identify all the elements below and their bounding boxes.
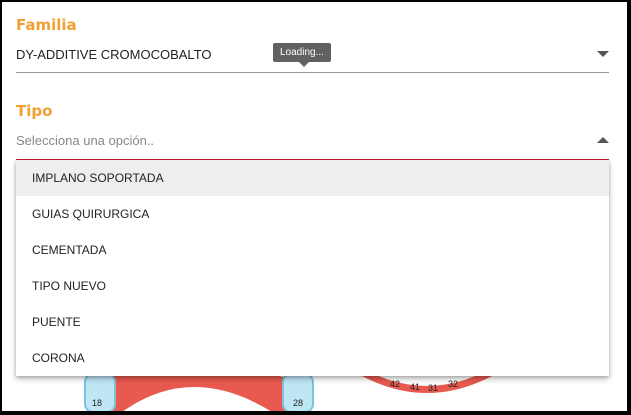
tipo-option[interactable]: CORONA	[16, 340, 609, 376]
tipo-option[interactable]: CEMENTADA	[16, 232, 609, 268]
tooth-number-18: 18	[92, 398, 102, 408]
tipo-placeholder: Selecciona una opción..	[16, 133, 155, 148]
tooth-number-42: 42	[390, 379, 400, 389]
tooth-number-41: 41	[410, 382, 420, 392]
chevron-down-icon[interactable]	[597, 51, 609, 57]
familia-underline	[16, 72, 609, 73]
tooth-number-31: 31	[428, 383, 438, 393]
tipo-option[interactable]: GUIAS QUIRURGICA	[16, 196, 609, 232]
window-frame: Familia DY-ADDITIVE CROMOCOBALTO Loading…	[2, 2, 627, 411]
tipo-option[interactable]: IMPLANO SOPORTADA	[16, 160, 609, 196]
tipo-option[interactable]: TIPO NUEVO	[16, 268, 609, 304]
tipo-label: Tipo	[16, 102, 53, 120]
loading-tooltip: Loading...	[273, 43, 331, 67]
tipo-dropdown-menu: IMPLANO SOPORTADA GUIAS QUIRURGICA CEMEN…	[16, 160, 609, 376]
tooth-number-28: 28	[293, 398, 303, 408]
familia-value: DY-ADDITIVE CROMOCOBALTO	[16, 47, 212, 62]
chevron-up-icon[interactable]	[597, 137, 609, 143]
familia-label: Familia	[16, 16, 77, 34]
tooth-number-32: 32	[448, 379, 458, 389]
tipo-option[interactable]: PUENTE	[16, 304, 609, 340]
tipo-select[interactable]: Selecciona una opción..	[16, 125, 609, 161]
